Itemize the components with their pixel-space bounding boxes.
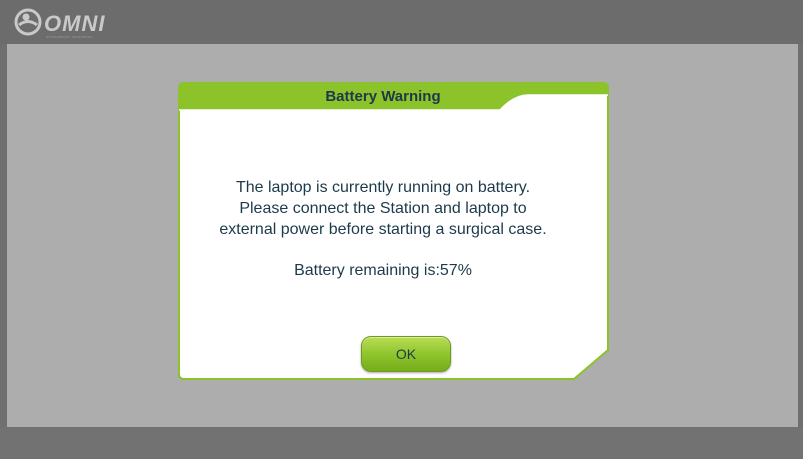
top-bar: OMNI orthopaedic innovation: [0, 0, 803, 44]
logo-tagline: orthopaedic innovation: [46, 34, 93, 39]
message-line: external power before starting a surgica…: [219, 221, 547, 238]
footer-bar: [0, 427, 803, 459]
omni-logo: OMNI orthopaedic innovation: [14, 8, 124, 39]
message-line: The laptop is currently running on batte…: [235, 179, 531, 196]
dialog-title: Battery Warning: [325, 88, 441, 105]
message-line: Please connect the Station and laptop to: [239, 200, 527, 217]
ok-button-label: OK: [395, 346, 417, 362]
battery-warning-dialog: Battery Warning The laptop is currently …: [178, 82, 609, 380]
warning-message: The laptop is currently running on batte…: [178, 177, 588, 240]
ok-button[interactable]: OK: [361, 336, 451, 372]
battery-remaining-text: Battery remaining is:57%: [294, 262, 472, 279]
logo-swirl-icon: [14, 8, 42, 36]
